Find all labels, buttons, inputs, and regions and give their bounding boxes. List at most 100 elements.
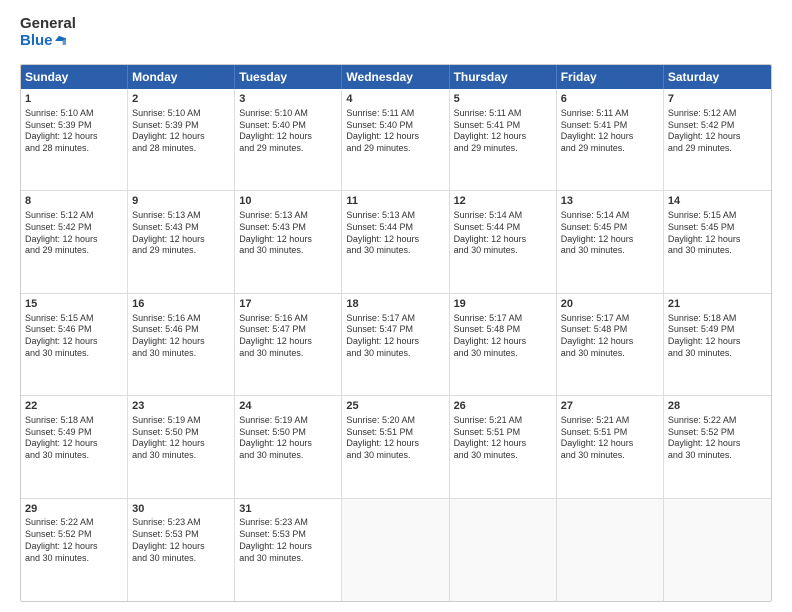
cell-details: Sunrise: 5:13 AM Sunset: 5:44 PM Dayligh… <box>346 210 444 257</box>
calendar-cell-28: 28Sunrise: 5:22 AM Sunset: 5:52 PM Dayli… <box>664 396 771 497</box>
calendar-cell-8: 8Sunrise: 5:12 AM Sunset: 5:42 PM Daylig… <box>21 191 128 292</box>
calendar-cell-10: 10Sunrise: 5:13 AM Sunset: 5:43 PM Dayli… <box>235 191 342 292</box>
calendar-cell-30: 30Sunrise: 5:23 AM Sunset: 5:53 PM Dayli… <box>128 499 235 601</box>
page: General Blue SundayMondayTuesdayWednesda… <box>0 0 792 612</box>
day-number: 20 <box>561 297 659 312</box>
calendar-cell-5: 5Sunrise: 5:11 AM Sunset: 5:41 PM Daylig… <box>450 89 557 190</box>
calendar-cell-1: 1Sunrise: 5:10 AM Sunset: 5:39 PM Daylig… <box>21 89 128 190</box>
cell-details: Sunrise: 5:10 AM Sunset: 5:39 PM Dayligh… <box>25 108 123 155</box>
day-number: 13 <box>561 194 659 209</box>
calendar: SundayMondayTuesdayWednesdayThursdayFrid… <box>20 64 772 602</box>
cell-details: Sunrise: 5:15 AM Sunset: 5:46 PM Dayligh… <box>25 313 123 360</box>
calendar-cell-11: 11Sunrise: 5:13 AM Sunset: 5:44 PM Dayli… <box>342 191 449 292</box>
calendar-body: 1Sunrise: 5:10 AM Sunset: 5:39 PM Daylig… <box>21 89 771 601</box>
calendar-cell-4: 4Sunrise: 5:11 AM Sunset: 5:40 PM Daylig… <box>342 89 449 190</box>
day-number: 1 <box>25 92 123 107</box>
logo-bird-icon <box>55 33 66 49</box>
day-number: 17 <box>239 297 337 312</box>
cell-details: Sunrise: 5:17 AM Sunset: 5:48 PM Dayligh… <box>561 313 659 360</box>
cell-details: Sunrise: 5:10 AM Sunset: 5:39 PM Dayligh… <box>132 108 230 155</box>
calendar-cell-13: 13Sunrise: 5:14 AM Sunset: 5:45 PM Dayli… <box>557 191 664 292</box>
cell-details: Sunrise: 5:18 AM Sunset: 5:49 PM Dayligh… <box>668 313 767 360</box>
calendar-cell-16: 16Sunrise: 5:16 AM Sunset: 5:46 PM Dayli… <box>128 294 235 395</box>
cell-details: Sunrise: 5:14 AM Sunset: 5:45 PM Dayligh… <box>561 210 659 257</box>
calendar-cell-22: 22Sunrise: 5:18 AM Sunset: 5:49 PM Dayli… <box>21 396 128 497</box>
cell-details: Sunrise: 5:17 AM Sunset: 5:47 PM Dayligh… <box>346 313 444 360</box>
calendar-cell-26: 26Sunrise: 5:21 AM Sunset: 5:51 PM Dayli… <box>450 396 557 497</box>
calendar-cell-2: 2Sunrise: 5:10 AM Sunset: 5:39 PM Daylig… <box>128 89 235 190</box>
cell-details: Sunrise: 5:16 AM Sunset: 5:46 PM Dayligh… <box>132 313 230 360</box>
calendar-cell-24: 24Sunrise: 5:19 AM Sunset: 5:50 PM Dayli… <box>235 396 342 497</box>
header-day-wednesday: Wednesday <box>342 65 449 89</box>
calendar-cell-18: 18Sunrise: 5:17 AM Sunset: 5:47 PM Dayli… <box>342 294 449 395</box>
logo: General Blue <box>20 16 66 56</box>
day-number: 11 <box>346 194 444 209</box>
header: General Blue <box>20 16 772 56</box>
day-number: 5 <box>454 92 552 107</box>
header-day-monday: Monday <box>128 65 235 89</box>
day-number: 19 <box>454 297 552 312</box>
calendar-cell-15: 15Sunrise: 5:15 AM Sunset: 5:46 PM Dayli… <box>21 294 128 395</box>
calendar-week-5: 29Sunrise: 5:22 AM Sunset: 5:52 PM Dayli… <box>21 499 771 601</box>
calendar-header: SundayMondayTuesdayWednesdayThursdayFrid… <box>21 65 771 89</box>
cell-details: Sunrise: 5:11 AM Sunset: 5:41 PM Dayligh… <box>454 108 552 155</box>
cell-details: Sunrise: 5:18 AM Sunset: 5:49 PM Dayligh… <box>25 415 123 462</box>
header-day-friday: Friday <box>557 65 664 89</box>
cell-details: Sunrise: 5:17 AM Sunset: 5:48 PM Dayligh… <box>454 313 552 360</box>
cell-details: Sunrise: 5:11 AM Sunset: 5:41 PM Dayligh… <box>561 108 659 155</box>
cell-details: Sunrise: 5:20 AM Sunset: 5:51 PM Dayligh… <box>346 415 444 462</box>
cell-details: Sunrise: 5:12 AM Sunset: 5:42 PM Dayligh… <box>668 108 767 155</box>
calendar-cell-23: 23Sunrise: 5:19 AM Sunset: 5:50 PM Dayli… <box>128 396 235 497</box>
header-day-saturday: Saturday <box>664 65 771 89</box>
cell-details: Sunrise: 5:13 AM Sunset: 5:43 PM Dayligh… <box>239 210 337 257</box>
day-number: 7 <box>668 92 767 107</box>
day-number: 12 <box>454 194 552 209</box>
cell-details: Sunrise: 5:21 AM Sunset: 5:51 PM Dayligh… <box>454 415 552 462</box>
day-number: 18 <box>346 297 444 312</box>
day-number: 27 <box>561 399 659 414</box>
day-number: 4 <box>346 92 444 107</box>
day-number: 23 <box>132 399 230 414</box>
calendar-week-4: 22Sunrise: 5:18 AM Sunset: 5:49 PM Dayli… <box>21 396 771 498</box>
calendar-week-1: 1Sunrise: 5:10 AM Sunset: 5:39 PM Daylig… <box>21 89 771 191</box>
cell-details: Sunrise: 5:23 AM Sunset: 5:53 PM Dayligh… <box>239 517 337 564</box>
day-number: 25 <box>346 399 444 414</box>
cell-details: Sunrise: 5:14 AM Sunset: 5:44 PM Dayligh… <box>454 210 552 257</box>
calendar-cell-20: 20Sunrise: 5:17 AM Sunset: 5:48 PM Dayli… <box>557 294 664 395</box>
calendar-cell-7: 7Sunrise: 5:12 AM Sunset: 5:42 PM Daylig… <box>664 89 771 190</box>
header-day-thursday: Thursday <box>450 65 557 89</box>
cell-details: Sunrise: 5:21 AM Sunset: 5:51 PM Dayligh… <box>561 415 659 462</box>
day-number: 14 <box>668 194 767 209</box>
cell-details: Sunrise: 5:23 AM Sunset: 5:53 PM Dayligh… <box>132 517 230 564</box>
cell-details: Sunrise: 5:19 AM Sunset: 5:50 PM Dayligh… <box>132 415 230 462</box>
day-number: 30 <box>132 502 230 517</box>
cell-details: Sunrise: 5:22 AM Sunset: 5:52 PM Dayligh… <box>25 517 123 564</box>
calendar-cell-27: 27Sunrise: 5:21 AM Sunset: 5:51 PM Dayli… <box>557 396 664 497</box>
day-number: 2 <box>132 92 230 107</box>
calendar-cell-14: 14Sunrise: 5:15 AM Sunset: 5:45 PM Dayli… <box>664 191 771 292</box>
calendar-cell-6: 6Sunrise: 5:11 AM Sunset: 5:41 PM Daylig… <box>557 89 664 190</box>
cell-details: Sunrise: 5:10 AM Sunset: 5:40 PM Dayligh… <box>239 108 337 155</box>
calendar-cell-9: 9Sunrise: 5:13 AM Sunset: 5:43 PM Daylig… <box>128 191 235 292</box>
calendar-cell-29: 29Sunrise: 5:22 AM Sunset: 5:52 PM Dayli… <box>21 499 128 601</box>
calendar-cell-3: 3Sunrise: 5:10 AM Sunset: 5:40 PM Daylig… <box>235 89 342 190</box>
cell-details: Sunrise: 5:12 AM Sunset: 5:42 PM Dayligh… <box>25 210 123 257</box>
cell-details: Sunrise: 5:11 AM Sunset: 5:40 PM Dayligh… <box>346 108 444 155</box>
calendar-cell-empty <box>557 499 664 601</box>
calendar-cell-17: 17Sunrise: 5:16 AM Sunset: 5:47 PM Dayli… <box>235 294 342 395</box>
day-number: 15 <box>25 297 123 312</box>
day-number: 9 <box>132 194 230 209</box>
calendar-week-2: 8Sunrise: 5:12 AM Sunset: 5:42 PM Daylig… <box>21 191 771 293</box>
day-number: 29 <box>25 502 123 517</box>
cell-details: Sunrise: 5:22 AM Sunset: 5:52 PM Dayligh… <box>668 415 767 462</box>
day-number: 6 <box>561 92 659 107</box>
day-number: 28 <box>668 399 767 414</box>
cell-details: Sunrise: 5:16 AM Sunset: 5:47 PM Dayligh… <box>239 313 337 360</box>
day-number: 26 <box>454 399 552 414</box>
calendar-cell-empty <box>342 499 449 601</box>
day-number: 21 <box>668 297 767 312</box>
calendar-cell-31: 31Sunrise: 5:23 AM Sunset: 5:53 PM Dayli… <box>235 499 342 601</box>
calendar-cell-19: 19Sunrise: 5:17 AM Sunset: 5:48 PM Dayli… <box>450 294 557 395</box>
day-number: 24 <box>239 399 337 414</box>
cell-details: Sunrise: 5:13 AM Sunset: 5:43 PM Dayligh… <box>132 210 230 257</box>
